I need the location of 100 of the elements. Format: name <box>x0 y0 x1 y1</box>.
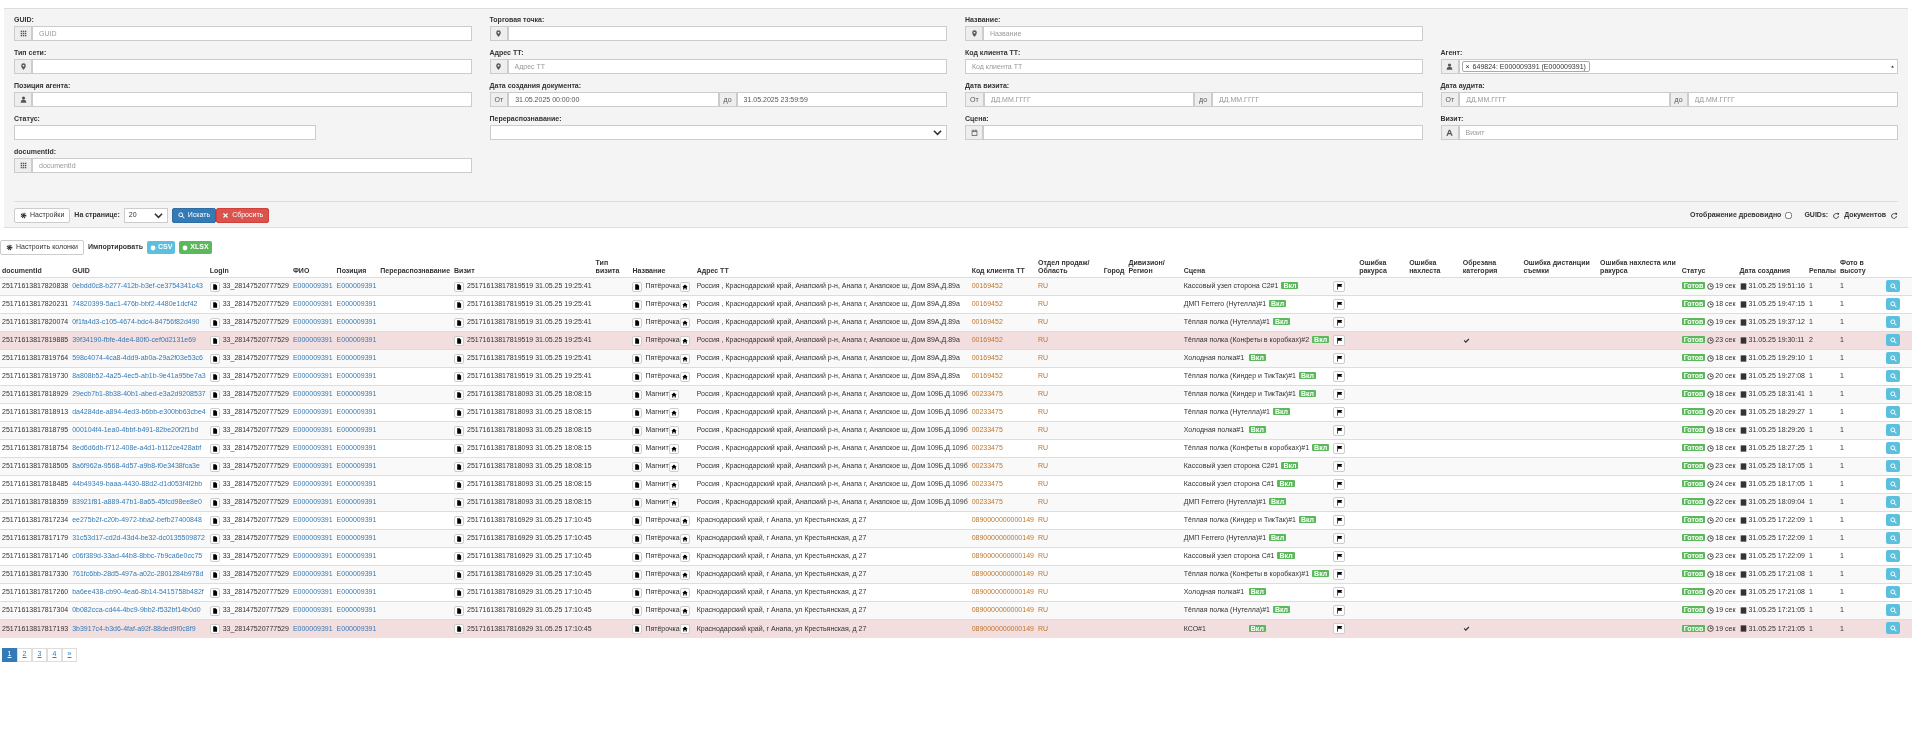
document-button[interactable] <box>454 407 465 418</box>
document-button[interactable] <box>632 407 643 418</box>
store-button[interactable] <box>679 605 690 616</box>
document-button[interactable] <box>209 551 220 562</box>
document-button[interactable] <box>209 353 220 364</box>
store-button[interactable] <box>679 587 690 598</box>
store-button[interactable] <box>679 317 690 328</box>
document-button[interactable] <box>632 587 643 598</box>
document-button[interactable] <box>632 353 643 364</box>
document-button[interactable] <box>632 317 643 328</box>
document-button[interactable] <box>209 497 220 508</box>
flag-button[interactable] <box>1333 479 1346 491</box>
store-button[interactable] <box>668 497 679 508</box>
store-button[interactable] <box>679 281 690 292</box>
refresh-icon[interactable] <box>1890 211 1898 220</box>
document-button[interactable] <box>209 281 220 292</box>
flag-button[interactable] <box>1333 497 1346 509</box>
text-field[interactable] <box>32 59 472 74</box>
document-button[interactable] <box>454 317 465 328</box>
text-field[interactable] <box>32 92 472 107</box>
flag-button[interactable] <box>1333 389 1346 401</box>
flag-button[interactable] <box>1333 353 1346 365</box>
document-button[interactable] <box>632 569 643 580</box>
document-button[interactable] <box>454 353 465 364</box>
document-button[interactable] <box>454 299 465 310</box>
store-button[interactable] <box>679 623 690 634</box>
flag-button[interactable] <box>1333 407 1346 419</box>
document-button[interactable] <box>632 551 643 562</box>
document-button[interactable] <box>209 605 220 616</box>
store-button[interactable] <box>668 407 679 418</box>
document-button[interactable] <box>209 407 220 418</box>
text-field[interactable] <box>14 125 316 140</box>
flag-button[interactable] <box>1333 515 1346 527</box>
flag-button[interactable] <box>1333 317 1346 329</box>
document-button[interactable] <box>209 317 220 328</box>
document-button[interactable] <box>209 479 220 490</box>
document-button[interactable] <box>454 281 465 292</box>
store-button[interactable] <box>679 299 690 310</box>
document-button[interactable] <box>454 515 465 526</box>
store-button[interactable] <box>668 479 679 490</box>
document-button[interactable] <box>632 461 643 472</box>
document-button[interactable] <box>454 371 465 382</box>
document-button[interactable] <box>632 623 643 634</box>
flag-button[interactable] <box>1333 551 1346 563</box>
store-button[interactable] <box>668 461 679 472</box>
store-button[interactable] <box>679 551 690 562</box>
document-button[interactable] <box>632 515 643 526</box>
store-button[interactable] <box>679 515 690 526</box>
document-button[interactable] <box>632 389 643 400</box>
document-button[interactable] <box>209 389 220 400</box>
flag-button[interactable] <box>1333 461 1346 473</box>
select-field[interactable] <box>489 125 947 140</box>
document-button[interactable] <box>632 335 643 346</box>
document-button[interactable] <box>454 479 465 490</box>
document-button[interactable] <box>454 461 465 472</box>
document-button[interactable] <box>632 479 643 490</box>
store-button[interactable] <box>679 371 690 382</box>
document-button[interactable] <box>454 533 465 544</box>
document-button[interactable] <box>209 299 220 310</box>
document-button[interactable] <box>454 623 465 634</box>
document-button[interactable] <box>454 389 465 400</box>
flag-button[interactable] <box>1333 587 1346 599</box>
text-field[interactable] <box>507 26 947 41</box>
document-button[interactable] <box>209 587 220 598</box>
store-button[interactable] <box>679 335 690 346</box>
tree-view-checkbox[interactable] <box>1785 212 1793 219</box>
document-button[interactable] <box>209 443 220 454</box>
flag-button[interactable] <box>1333 605 1346 617</box>
document-button[interactable] <box>632 281 643 292</box>
flag-button[interactable] <box>1333 425 1346 437</box>
document-button[interactable] <box>632 605 643 616</box>
text-field[interactable] <box>983 125 1423 140</box>
refresh-icon[interactable] <box>1832 211 1841 220</box>
flag-button[interactable] <box>1333 623 1346 635</box>
document-button[interactable] <box>632 533 643 544</box>
document-button[interactable] <box>454 569 465 580</box>
flag-button[interactable] <box>1333 299 1346 311</box>
document-button[interactable] <box>632 299 643 310</box>
document-button[interactable] <box>209 569 220 580</box>
document-button[interactable] <box>209 623 220 634</box>
document-button[interactable] <box>209 515 220 526</box>
document-button[interactable] <box>454 605 465 616</box>
store-button[interactable] <box>668 425 679 436</box>
document-button[interactable] <box>209 533 220 544</box>
flag-button[interactable] <box>1333 281 1346 293</box>
flag-button[interactable] <box>1333 569 1346 581</box>
document-button[interactable] <box>454 425 465 436</box>
flag-button[interactable] <box>1333 443 1346 455</box>
flag-button[interactable] <box>1333 335 1346 347</box>
document-button[interactable] <box>454 443 465 454</box>
document-button[interactable] <box>632 371 643 382</box>
document-button[interactable] <box>632 443 643 454</box>
flag-button[interactable] <box>1333 371 1346 383</box>
document-button[interactable] <box>209 461 220 472</box>
document-button[interactable] <box>632 425 643 436</box>
store-button[interactable] <box>668 443 679 454</box>
document-button[interactable] <box>454 497 465 508</box>
flag-button[interactable] <box>1333 533 1346 545</box>
document-button[interactable] <box>209 371 220 382</box>
document-button[interactable] <box>454 587 465 598</box>
